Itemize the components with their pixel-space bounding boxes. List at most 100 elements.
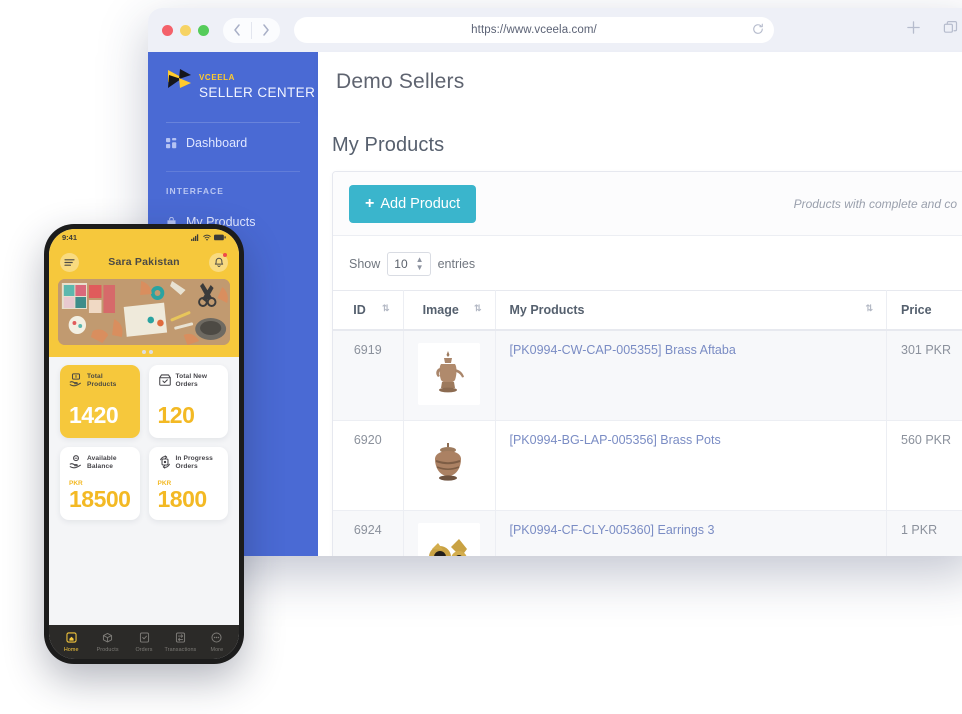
cell-id: 6924 [333,510,404,556]
main-area: Demo Sellers My Products + Add Product P… [318,52,962,556]
browser-window: https://www.vceela.com/ VCEELA SELLER CE… [148,8,962,556]
app-topbar: Demo Sellers [318,52,962,112]
earrings-thumbnail [418,523,480,556]
url-bar[interactable]: https://www.vceela.com/ [294,17,774,43]
bell-icon[interactable] [209,252,228,272]
add-product-button[interactable]: + Add Product [349,184,477,223]
sidebar-item-label: Dashboard [186,136,248,150]
chrome-right-actions [906,20,962,40]
table-body: 6919 [PK0994-CW-CAP-005355] Brass Aftaba… [333,330,962,556]
sidebar-item-dashboard[interactable]: Dashboard [148,123,318,163]
sort-icon: ⇅ [381,303,390,313]
maximize-window-button[interactable] [198,24,209,36]
logo-brand-name: VCEELA [199,73,236,82]
page-title: My Products [332,134,445,156]
brass-aftaba-thumbnail [418,343,480,405]
orders-icon [138,631,151,646]
stat-label: In Progress Orders [175,455,213,471]
carousel-dot[interactable] [149,350,153,354]
nav-label: Home [63,646,79,653]
phone-header: Sara Pakistan [49,245,239,279]
table-row[interactable]: 6920 [PK0994-BG-LAP-005356] Brass Pots 5… [333,420,962,511]
page-header-title: Demo Sellers [336,70,465,93]
entries-control-row: Show 10 ▲ ▼ entries [333,236,962,290]
stat-card-available-balance[interactable]: Available Balance PKR 18500 [60,447,140,520]
minimize-window-button[interactable] [180,24,191,36]
phone-bottom-nav: Home Products Orders Transactions More [49,625,239,659]
box-check-icon [158,373,172,392]
stat-label: Available Balance [87,455,117,471]
product-link[interactable]: [PK0994-CF-CLY-005360] Earrings 3 [510,523,715,537]
products-card: + Add Product Products with complete and… [332,171,962,556]
cell-image [403,420,496,511]
brass-pot-thumbnail [418,433,480,495]
notification-badge-dot [223,252,227,257]
back-button[interactable] [223,18,251,43]
stat-card-total-products[interactable]: Total Products 1420 [60,365,140,438]
cell-id: 6919 [333,330,404,421]
window-traffic-lights [162,24,209,36]
products-table: ID ⇅ Image ⇅ My Products ⇅ Price 6919 [P… [333,290,962,556]
cell-product: [PK0994-CW-CAP-005355] Brass Aftaba [495,330,887,421]
carousel-dot[interactable] [135,350,139,354]
column-header-my-products[interactable]: My Products ⇅ [495,290,887,331]
browser-chrome: https://www.vceela.com/ [148,8,962,52]
plus-icon: + [365,194,375,212]
table-row[interactable]: 6924 [PK0994-CF-CLY-005360] Earrings 3 1… [333,510,962,556]
column-header-id[interactable]: ID ⇅ [333,290,404,331]
carousel-dot[interactable] [142,350,146,354]
navigation-buttons [223,17,280,43]
stat-card-total-new-orders[interactable]: Total New Orders 120 [148,365,228,438]
product-link[interactable]: [PK0994-BG-LAP-005356] Brass Pots [510,433,721,447]
tabs-icon[interactable] [943,20,958,40]
brand-logo[interactable]: VCEELA SELLER CENTER [148,52,318,112]
close-window-button[interactable] [162,24,173,36]
stat-label: Total Products [87,373,117,389]
cell-image [403,510,496,556]
nav-item-home[interactable]: Home [53,631,89,653]
plus-icon[interactable] [906,20,921,40]
dashboard-icon [166,137,177,149]
phone-content: Total Products 1420 Total New Orders 120… [49,279,239,635]
product-link[interactable]: [PK0994-CW-CAP-005355] Brass Aftaba [510,343,736,357]
phone-mockup: 9:41 Sara Pakistan Total Products 1420 T… [44,224,244,664]
entries-value: 10 [394,257,408,271]
show-suffix-label: entries [437,257,476,271]
home-icon [65,631,78,646]
entries-select[interactable]: 10 ▲ ▼ [387,252,431,276]
nav-item-transactions[interactable]: Transactions [162,631,198,653]
nav-item-products[interactable]: Products [89,631,125,653]
sidebar-section-label: INTERFACE [166,186,225,196]
status-time: 9:41 [62,232,78,242]
cell-price: 560 PKR [886,420,962,511]
nav-item-more[interactable]: More [199,631,235,653]
nav-label: Orders [135,646,153,653]
add-product-label: Add Product [380,195,461,212]
sort-icon: ⇅ [865,303,873,313]
carousel-dots [58,345,230,354]
column-header-image[interactable]: Image ⇅ [403,290,496,331]
nav-item-orders[interactable]: Orders [126,631,162,653]
show-prefix-label: Show [349,257,381,271]
more-icon [210,631,223,646]
hamburger-icon[interactable] [60,252,79,272]
forward-button[interactable] [252,18,280,43]
wifi-icon [203,229,211,246]
nav-label: Transactions [164,646,197,653]
phone-screen: 9:41 Sara Pakistan Total Products 1420 T… [49,229,239,659]
card-header: + Add Product Products with complete and… [333,172,962,236]
signal-bars-icon [191,229,200,246]
stat-card-in-progress-orders[interactable]: In Progress Orders PKR 1800 [148,447,228,520]
table-header-row: ID ⇅ Image ⇅ My Products ⇅ Price [333,290,962,331]
reload-icon[interactable] [752,23,764,38]
hand-box-icon [69,373,83,392]
table-row[interactable]: 6919 [PK0994-CW-CAP-005355] Brass Aftaba… [333,330,962,421]
stat-value: 1800 [157,486,208,512]
cell-price: 1 PKR [886,510,962,556]
products-icon [101,631,114,646]
column-header-price[interactable]: Price [886,290,962,331]
craft-supplies-banner[interactable] [58,279,230,345]
nav-label: More [210,646,224,653]
stat-value: 18500 [69,486,131,512]
stat-value: 1420 [69,402,119,428]
